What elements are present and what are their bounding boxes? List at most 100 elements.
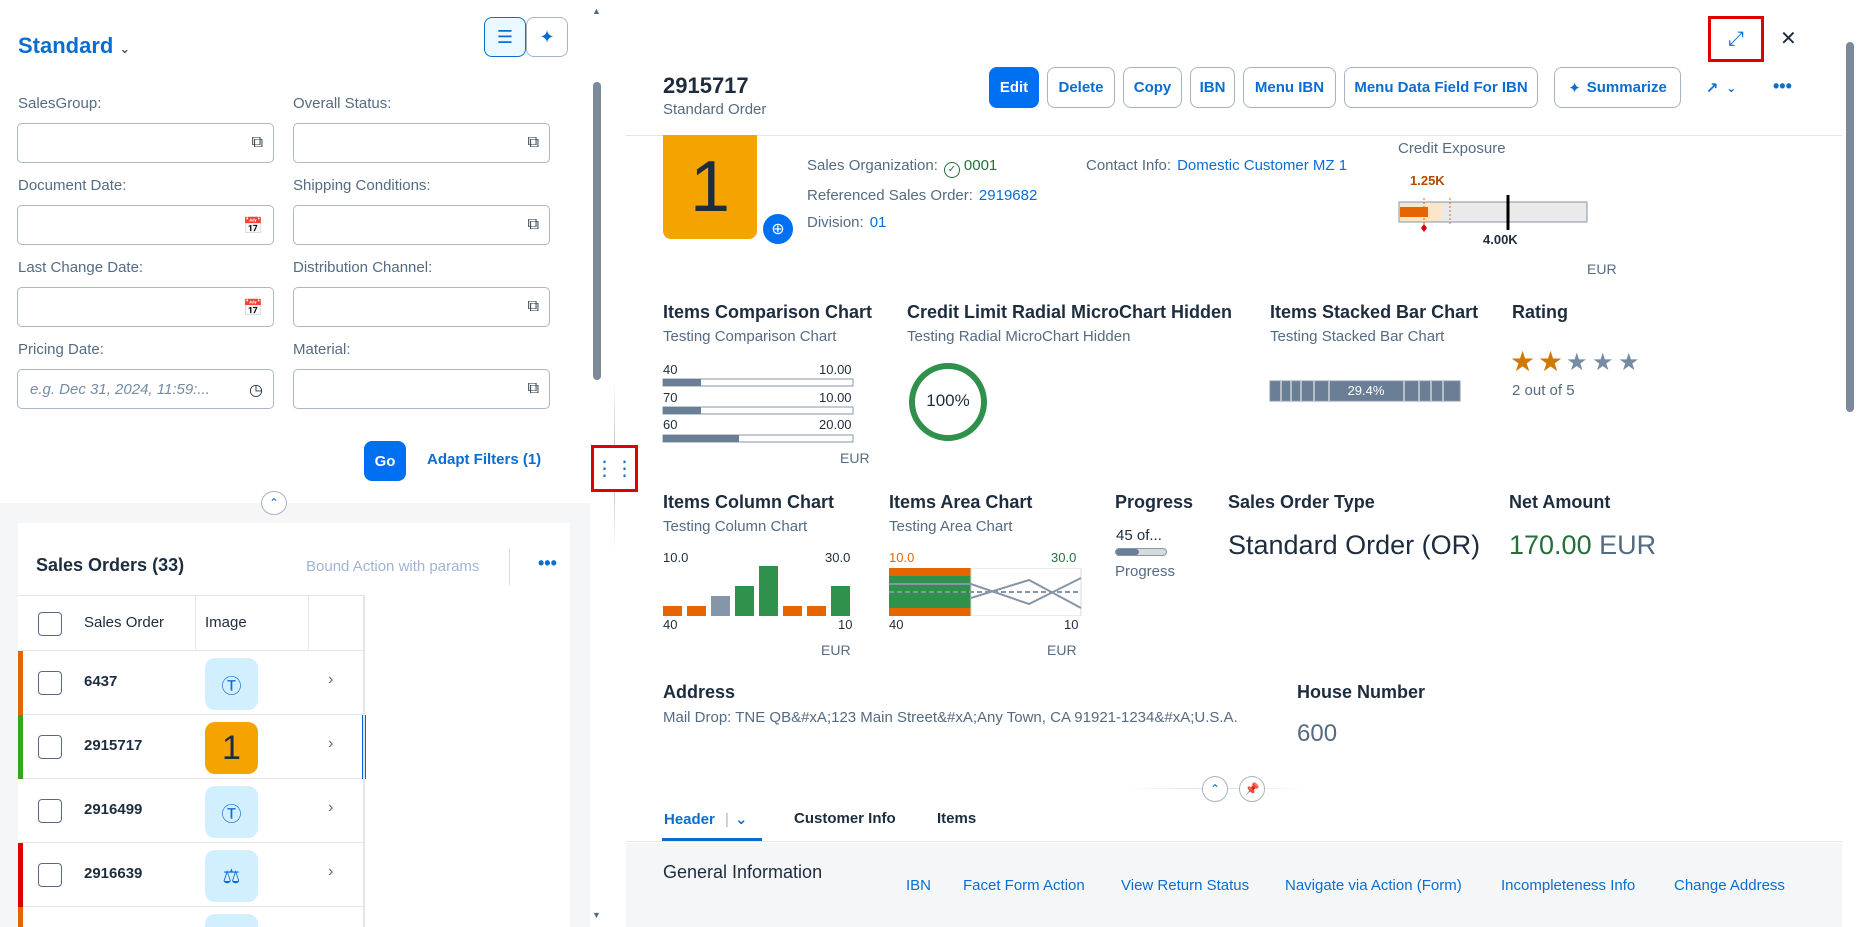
contact-link[interactable]: Domestic Customer MZ 1: [1177, 157, 1347, 174]
ibn-button[interactable]: IBN: [1190, 67, 1235, 108]
copy-button[interactable]: Copy: [1123, 67, 1182, 108]
ibn-link[interactable]: IBN: [906, 877, 931, 894]
incompleteness-info-link[interactable]: Incompleteness Info: [1501, 877, 1635, 894]
star-empty-icon: ★: [1618, 349, 1640, 376]
zoom-in-icon[interactable]: ⊕: [761, 212, 795, 246]
scrollbar-thumb[interactable]: [1846, 42, 1854, 412]
last-change-date-input[interactable]: 📅: [17, 287, 274, 327]
table-row[interactable]: 2916499 Ⓣ ›: [18, 779, 363, 843]
more-icon[interactable]: •••: [538, 553, 557, 574]
facet-form-action-link[interactable]: Facet Form Action: [963, 877, 1085, 894]
calendar-icon[interactable]: 📅: [243, 298, 263, 318]
area-top-left: 10.0: [889, 550, 915, 565]
table-row[interactable]: 2917844 Ⓣ ›: [18, 907, 363, 927]
credit-exposure-title: Credit Exposure: [1398, 140, 1506, 157]
delete-button[interactable]: Delete: [1047, 67, 1115, 108]
value-help-icon[interactable]: ⧉: [252, 134, 263, 152]
calendar-icon[interactable]: 📅: [243, 216, 263, 236]
chevron-up-icon: ⌃: [268, 496, 280, 510]
ref-link[interactable]: 2919682: [979, 187, 1037, 204]
scroll-up-icon[interactable]: ▲: [592, 6, 601, 16]
value-help-icon[interactable]: ⧉: [528, 380, 539, 398]
anchor-bar: Header | ⌄ Customer Info Items: [626, 800, 1842, 842]
close-icon[interactable]: ✕: [1780, 26, 1797, 51]
table-title: Sales Orders (33): [36, 555, 185, 575]
splitter-grip[interactable]: ⋮⋮: [591, 445, 638, 492]
navigate-via-action-link[interactable]: Navigate via Action (Form): [1285, 877, 1462, 894]
fullscreen-button[interactable]: ⤢: [1708, 16, 1764, 62]
select-all-checkbox[interactable]: [38, 612, 62, 636]
tab-items[interactable]: Items: [937, 810, 976, 827]
radial-chart-subtitle: Testing Radial MicroChart Hidden: [907, 328, 1131, 345]
star-filled-icon: ★: [1510, 346, 1536, 377]
change-address-link[interactable]: Change Address: [1674, 877, 1785, 894]
chevron-right-icon[interactable]: ›: [328, 799, 333, 817]
table-row[interactable]: 6437 Ⓣ ›: [18, 651, 363, 715]
chevron-right-icon[interactable]: ›: [328, 735, 333, 753]
ai-assist-button[interactable]: ✦: [526, 17, 568, 57]
net-amount-currency: EUR: [1599, 530, 1657, 560]
distribution-channel-input[interactable]: ⧉: [293, 287, 550, 327]
chevron-down-icon[interactable]: ⌄: [735, 811, 748, 828]
collapse-header-button[interactable]: ⌃: [1202, 776, 1228, 802]
pricing-date-placeholder: e.g. Dec 31, 2024, 11:59:...: [30, 381, 210, 398]
order-type-title: Sales Order Type: [1228, 492, 1375, 512]
collapse-filter-button[interactable]: ⌃: [261, 491, 287, 515]
chevron-right-icon[interactable]: ›: [328, 863, 333, 881]
area-top-right: 30.0: [1051, 550, 1077, 565]
edit-button[interactable]: Edit: [989, 67, 1039, 108]
rating-title: Rating: [1512, 302, 1568, 322]
more-icon[interactable]: •••: [1773, 76, 1792, 97]
view-return-status-link[interactable]: View Return Status: [1121, 877, 1249, 894]
document-date-input[interactable]: 📅: [17, 205, 274, 245]
compact-filter-toggle-button[interactable]: ☰: [484, 17, 526, 57]
table-row[interactable]: 2916639 ⚖ ›: [18, 843, 363, 907]
area-unit: EUR: [1047, 642, 1077, 658]
column-header-sales-order[interactable]: Sales Order: [84, 614, 164, 631]
bound-action-button[interactable]: Bound Action with params: [306, 558, 479, 575]
sales-order-id: 2916499: [84, 801, 143, 818]
adapt-filters-button[interactable]: Adapt Filters (1): [427, 451, 541, 468]
star-empty-icon: ★: [1592, 349, 1614, 376]
comparison-microchart: [662, 378, 854, 443]
material-input[interactable]: ⧉: [293, 369, 550, 409]
column-header-image[interactable]: Image: [205, 614, 247, 631]
filter-layout-icon: ☰: [496, 26, 514, 47]
pin-header-button[interactable]: 📌: [1239, 776, 1265, 802]
shipping-conditions-input[interactable]: ⧉: [293, 205, 550, 245]
scroll-down-icon[interactable]: ▼: [592, 910, 601, 920]
tab-customer-info[interactable]: Customer Info: [794, 810, 896, 827]
value-help-icon[interactable]: ⧉: [528, 298, 539, 316]
overall-status-input[interactable]: ⧉: [293, 123, 550, 163]
division-link[interactable]: 01: [870, 214, 887, 231]
dollar-icon: Ⓣ: [205, 786, 258, 838]
row-checkbox[interactable]: [38, 735, 62, 759]
datetime-icon[interactable]: ◷: [249, 380, 263, 400]
menu-data-field-ibn-button[interactable]: Menu Data Field For IBN: [1344, 67, 1538, 108]
column-chart-subtitle: Testing Column Chart: [663, 518, 808, 535]
share-button[interactable]: ↗ ⌄: [1694, 67, 1748, 108]
overall-status-label: Overall Status:: [293, 95, 392, 112]
right-scrollbar[interactable]: [1842, 0, 1858, 927]
go-button[interactable]: Go: [364, 441, 406, 481]
variant-selector[interactable]: Standard ⌄: [18, 33, 130, 59]
row-checkbox[interactable]: [38, 799, 62, 823]
salesgroup-input[interactable]: ⧉: [17, 123, 274, 163]
table-edge: [363, 595, 365, 927]
scrollbar-thumb[interactable]: [593, 82, 601, 380]
status-stripe: [18, 651, 23, 715]
row-checkbox[interactable]: [38, 863, 62, 887]
column-chart-title: Items Column Chart: [663, 492, 835, 512]
tab-header[interactable]: Header | ⌄: [664, 810, 748, 828]
value-help-icon[interactable]: ⧉: [528, 216, 539, 234]
rating-text: 2 out of 5: [1512, 382, 1575, 399]
chevron-right-icon[interactable]: ›: [328, 671, 333, 689]
pricing-date-input[interactable]: e.g. Dec 31, 2024, 11:59:... ◷: [17, 369, 274, 409]
summarize-button[interactable]: ✦ Summarize: [1554, 67, 1681, 108]
row-checkbox[interactable]: [38, 671, 62, 695]
value-help-icon[interactable]: ⧉: [528, 134, 539, 152]
menu-ibn-button[interactable]: Menu IBN: [1243, 67, 1336, 108]
table-row[interactable]: 2915717 1 ›: [18, 715, 366, 779]
avatar: 1: [663, 135, 757, 239]
referenced-sales-order: Referenced Sales Order: 2919682: [807, 187, 1037, 204]
